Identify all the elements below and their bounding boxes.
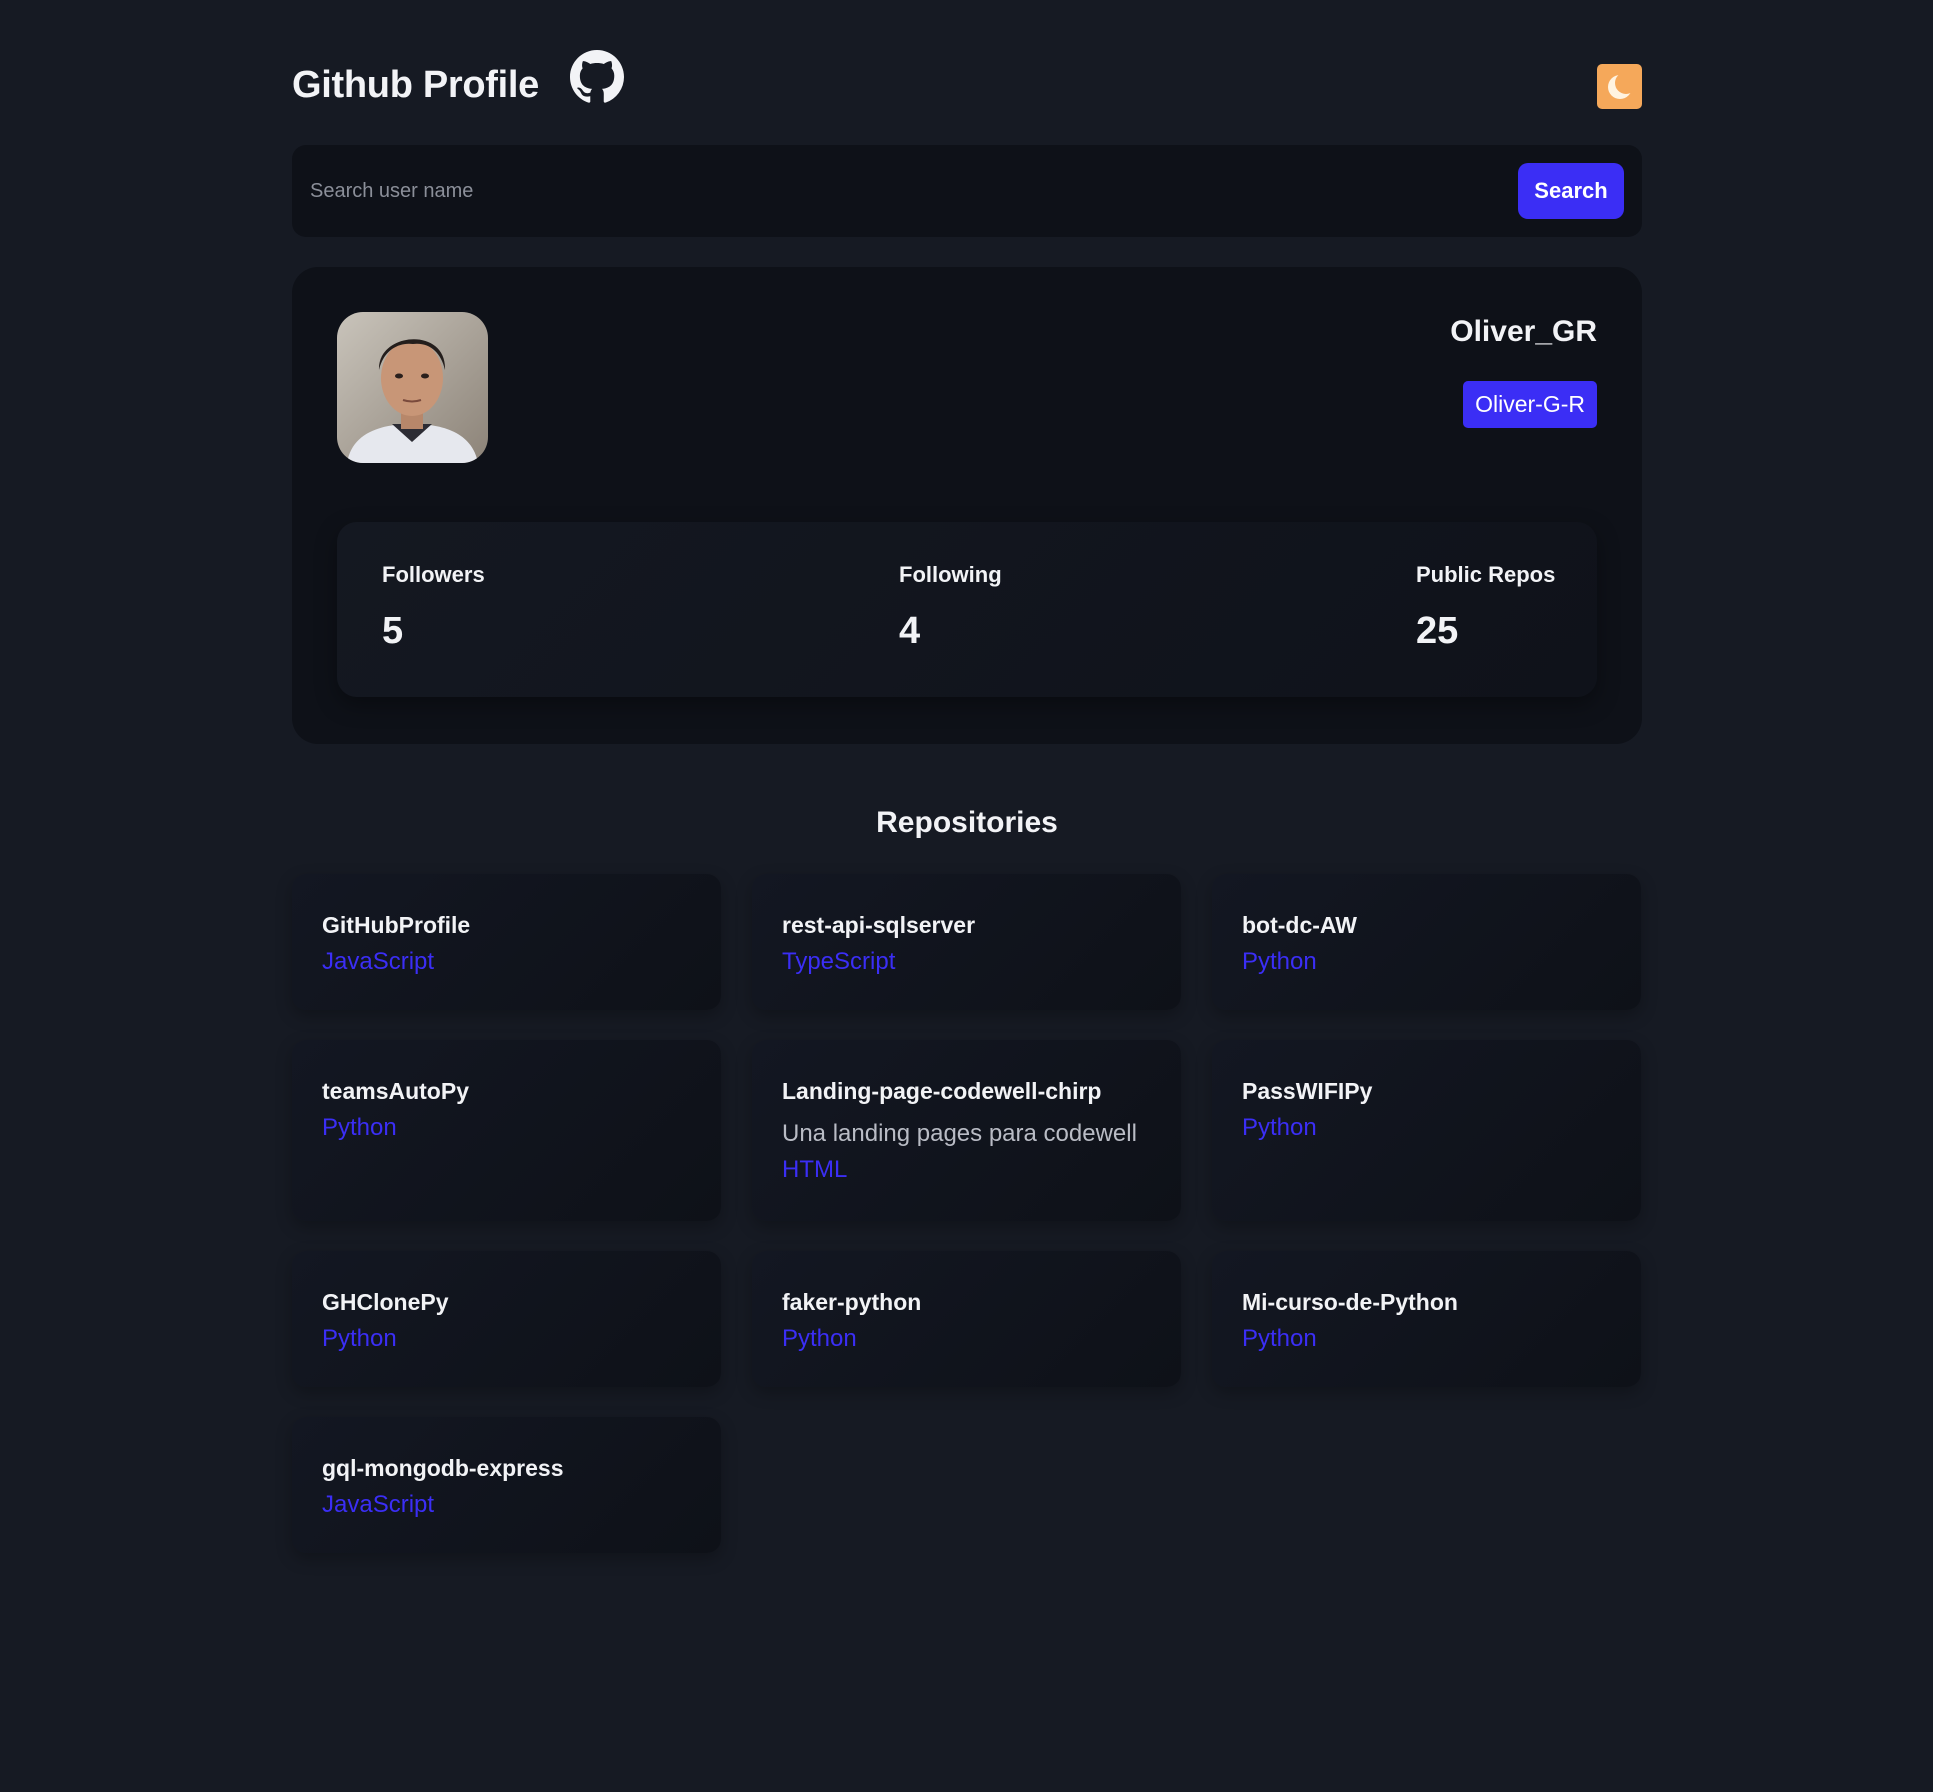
repo-card[interactable]: rest-api-sqlserver TypeScript — [752, 874, 1181, 1010]
repo-language: HTML — [782, 1156, 848, 1183]
stat-public-repos: Public Repos 25 — [1416, 562, 1555, 653]
repo-card[interactable]: GitHubProfile JavaScript — [292, 874, 721, 1010]
repo-name: Mi-curso-de-Python — [1242, 1289, 1458, 1315]
header: Github Profile — [292, 0, 1642, 145]
repo-card[interactable]: gql-mongodb-express JavaScript — [292, 1417, 721, 1553]
stat-value: 25 — [1416, 610, 1459, 652]
stats-panel: Followers 5 Following 4 Public Repos 25 — [337, 522, 1597, 697]
repo-language: Python — [1242, 948, 1317, 975]
repo-card[interactable]: teamsAutoPy Python — [292, 1040, 721, 1221]
user-login-link[interactable]: Oliver-G-R — [1463, 381, 1597, 428]
stat-label: Public Repos — [1416, 562, 1556, 587]
repo-name: bot-dc-AW — [1242, 912, 1357, 938]
repo-card[interactable]: bot-dc-AW Python — [1212, 874, 1641, 1010]
repo-language: Python — [782, 1325, 857, 1352]
stat-value: 4 — [899, 610, 921, 652]
repo-description: Una landing pages para codewell — [782, 1120, 1137, 1147]
page-container: Github Profile Search user name Search O… — [292, 0, 1642, 1553]
repo-language: JavaScript — [322, 948, 435, 975]
repo-card[interactable]: PassWIFIPy Python — [1212, 1040, 1641, 1221]
search-bar: Search — [292, 145, 1642, 237]
repo-language: Python — [322, 1114, 397, 1141]
repo-name: teamsAutoPy — [322, 1078, 469, 1104]
stat-followers: Followers 5 — [382, 562, 485, 653]
repo-language: Python — [1242, 1325, 1317, 1352]
repo-name: GHClonePy — [322, 1289, 449, 1315]
repo-name: gql-mongodb-express — [322, 1455, 564, 1481]
app-title: Github Profile — [292, 64, 540, 106]
repo-card[interactable]: GHClonePy Python — [292, 1251, 721, 1387]
repo-name: rest-api-sqlserver — [782, 912, 976, 938]
repo-name: faker-python — [782, 1289, 922, 1315]
theme-toggle-button[interactable] — [1597, 64, 1642, 109]
repo-card[interactable]: Landing-page-codewell-chirp Una landing … — [752, 1040, 1181, 1221]
repo-card[interactable]: Mi-curso-de-Python Python — [1212, 1251, 1641, 1387]
user-name: Oliver_GR — [1450, 315, 1597, 348]
repo-name: Landing-page-codewell-chirp — [782, 1078, 1102, 1104]
stat-label: Followers — [382, 562, 485, 587]
stat-following: Following 4 — [899, 562, 1002, 653]
profile-card: Oliver_GR Oliver-G-R Followers 5 Followi… — [292, 267, 1642, 744]
repo-language: Python — [322, 1325, 397, 1352]
repo-name: PassWIFIPy — [1242, 1078, 1373, 1104]
search-input[interactable] — [310, 167, 1510, 215]
search-button[interactable]: Search — [1518, 163, 1624, 219]
repo-card[interactable]: faker-python Python — [752, 1251, 1181, 1387]
repo-language: TypeScript — [782, 948, 896, 975]
stat-value: 5 — [382, 610, 404, 652]
stat-label: Following — [899, 562, 1002, 587]
user-avatar — [337, 312, 488, 463]
avatar-photo — [337, 312, 488, 463]
moon-icon — [1607, 71, 1635, 99]
repo-language: Python — [1242, 1114, 1317, 1141]
repo-name: GitHubProfile — [322, 912, 471, 938]
github-icon — [570, 50, 624, 103]
repositories-title: Repositories — [876, 806, 1058, 839]
repo-language: JavaScript — [322, 1491, 435, 1518]
